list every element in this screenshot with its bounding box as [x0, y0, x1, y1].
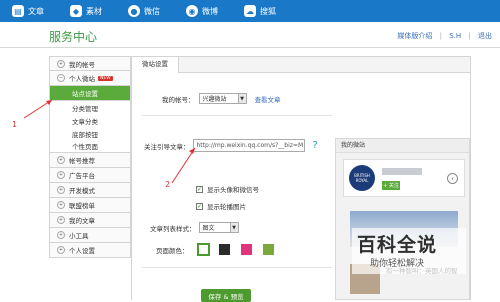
annotation-number-2: 2 — [165, 180, 171, 189]
arrowhead-2 — [189, 148, 195, 154]
arrowhead-1 — [46, 100, 52, 105]
annotation-arrows — [23, 99, 196, 184]
annotation-number-1: 1 — [12, 120, 18, 129]
annotation-arrow-2 — [171, 147, 196, 184]
